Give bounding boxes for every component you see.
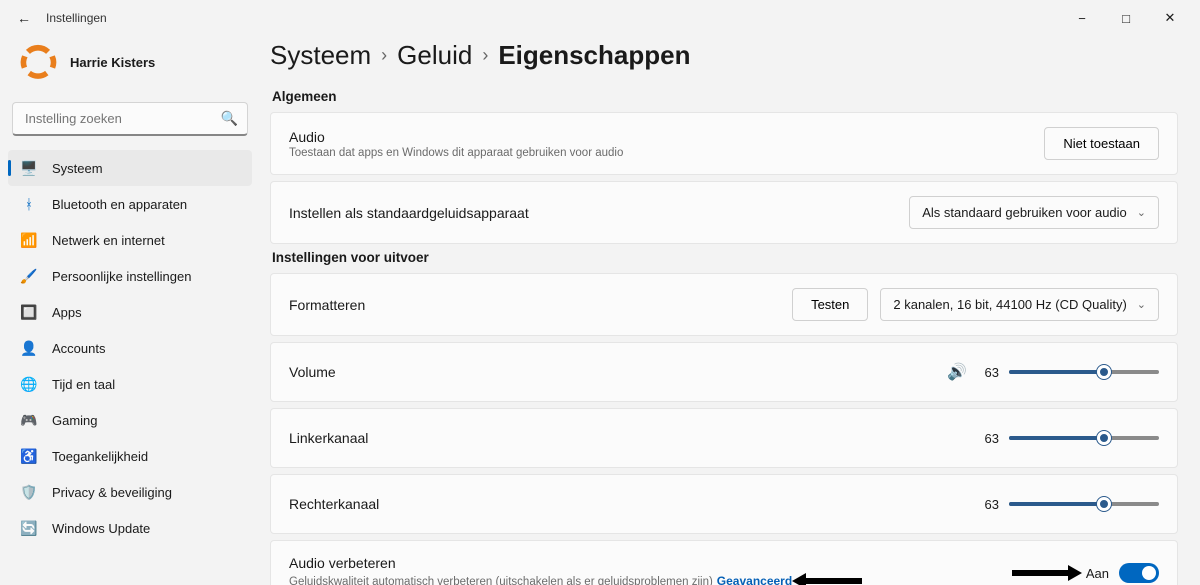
volume-value: 63 <box>979 365 999 380</box>
sidebar-item-apps[interactable]: 🔲 Apps <box>8 294 252 330</box>
nav-list: 🖥️ Systeem ᚼ Bluetooth en apparaten 📶 Netwerk… <box>8 150 252 546</box>
chevron-right-icon: › <box>381 45 387 66</box>
enhance-sub: Geluidskwaliteit automatisch verbeteren … <box>289 576 713 585</box>
breadcrumb-properties: Eigenschappen <box>498 40 690 71</box>
card-audio: Audio Toestaan dat apps en Windows dit a… <box>270 112 1178 175</box>
volume-slider[interactable] <box>1009 362 1159 382</box>
card-format: Formatteren Testen 2 kanalen, 16 bit, 44… <box>270 273 1178 336</box>
sidebar-item-netwerk-en-internet[interactable]: 📶 Netwerk en internet <box>8 222 252 258</box>
nav-icon: 🎮 <box>20 411 38 429</box>
breadcrumb-system[interactable]: Systeem <box>270 40 371 71</box>
sidebar-item-windows-update[interactable]: 🔄 Windows Update <box>8 510 252 546</box>
section-general: Algemeen <box>272 89 1178 104</box>
nav-icon: 🛡️ <box>20 483 38 501</box>
card-enhance-audio: Audio verbeteren Geluidskwaliteit automa… <box>270 540 1178 585</box>
right-label: Rechterkanaal <box>289 496 379 512</box>
chevron-down-icon: ⌄ <box>1137 206 1146 219</box>
sidebar-item-label: Privacy & beveiliging <box>52 485 172 500</box>
back-button[interactable]: ← <box>8 10 40 26</box>
nav-icon: ᚼ <box>20 195 38 213</box>
format-dropdown-value: 2 kanalen, 16 bit, 44100 Hz (CD Quality) <box>893 297 1126 312</box>
card-left-channel: Linkerkanaal 63 <box>270 408 1178 468</box>
default-dropdown-value: Als standaard gebruiken voor audio <box>922 205 1127 220</box>
sidebar-item-label: Tijd en taal <box>52 377 115 392</box>
main-content: Systeem › Geluid › Eigenschappen Algemee… <box>260 36 1200 585</box>
titlebar: ← Instellingen − □ ✕ <box>0 0 1200 36</box>
sidebar-item-toegankelijkheid[interactable]: ♿ Toegankelijkheid <box>8 438 252 474</box>
sidebar-item-privacy-beveiliging[interactable]: 🛡️ Privacy & beveiliging <box>8 474 252 510</box>
enhance-toggle[interactable] <box>1119 563 1159 583</box>
test-button[interactable]: Testen <box>792 288 868 321</box>
search-icon: 🔍 <box>221 110 238 127</box>
sidebar-item-systeem[interactable]: 🖥️ Systeem <box>8 150 252 186</box>
section-output: Instellingen voor uitvoer <box>272 250 1178 265</box>
card-right-channel: Rechterkanaal 63 <box>270 474 1178 534</box>
chevron-right-icon: › <box>482 45 488 66</box>
profile[interactable]: Harrie Kisters <box>8 36 252 98</box>
sidebar-item-persoonlijke-instellingen[interactable]: 🖌️ Persoonlijke instellingen <box>8 258 252 294</box>
window-title: Instellingen <box>46 11 107 25</box>
nav-icon: 🌐 <box>20 375 38 393</box>
search-input[interactable] <box>12 102 248 136</box>
sidebar-item-label: Gaming <box>52 413 98 428</box>
default-dropdown[interactable]: Als standaard gebruiken voor audio ⌄ <box>909 196 1159 229</box>
sidebar-item-tijd-en-taal[interactable]: 🌐 Tijd en taal <box>8 366 252 402</box>
sidebar-item-label: Accounts <box>52 341 105 356</box>
sidebar-item-label: Systeem <box>52 161 103 176</box>
format-label: Formatteren <box>289 297 365 313</box>
breadcrumb: Systeem › Geluid › Eigenschappen <box>270 40 1178 71</box>
nav-icon: 👤 <box>20 339 38 357</box>
audio-sub: Toestaan dat apps en Windows dit apparaa… <box>289 147 623 159</box>
profile-name: Harrie Kisters <box>70 55 155 70</box>
sidebar-item-label: Toegankelijkheid <box>52 449 148 464</box>
minimize-button[interactable]: − <box>1060 2 1104 34</box>
nav-icon: 🖌️ <box>20 267 38 285</box>
nav-icon: 🔲 <box>20 303 38 321</box>
right-slider[interactable] <box>1009 494 1159 514</box>
sidebar-item-label: Apps <box>52 305 82 320</box>
window-controls: − □ ✕ <box>1060 2 1192 34</box>
search-field[interactable]: 🔍 <box>12 102 248 136</box>
nav-icon: 📶 <box>20 231 38 249</box>
avatar <box>18 42 58 82</box>
sidebar-item-gaming[interactable]: 🎮 Gaming <box>8 402 252 438</box>
advanced-link[interactable]: Geavanceerd <box>717 574 792 585</box>
maximize-button[interactable]: □ <box>1104 2 1148 34</box>
close-button[interactable]: ✕ <box>1148 2 1192 34</box>
enhance-state: Aan <box>1086 566 1109 581</box>
sidebar-item-label: Windows Update <box>52 521 150 536</box>
nav-icon: ♿ <box>20 447 38 465</box>
default-label: Instellen als standaardgeluidsapparaat <box>289 205 529 221</box>
sidebar-item-bluetooth-en-apparaten[interactable]: ᚼ Bluetooth en apparaten <box>8 186 252 222</box>
sidebar-item-accounts[interactable]: 👤 Accounts <box>8 330 252 366</box>
disallow-button[interactable]: Niet toestaan <box>1044 127 1159 160</box>
card-default-device: Instellen als standaardgeluidsapparaat A… <box>270 181 1178 244</box>
nav-icon: 🔄 <box>20 519 38 537</box>
audio-label: Audio <box>289 129 623 145</box>
annotation-arrow-icon <box>1012 563 1082 583</box>
annotation-arrow-icon <box>792 571 862 585</box>
breadcrumb-sound[interactable]: Geluid <box>397 40 472 71</box>
chevron-down-icon: ⌄ <box>1137 298 1146 311</box>
speaker-icon[interactable]: 🔊 <box>947 362 967 382</box>
volume-label: Volume <box>289 364 336 380</box>
right-value: 63 <box>979 497 999 512</box>
sidebar-item-label: Netwerk en internet <box>52 233 165 248</box>
left-slider[interactable] <box>1009 428 1159 448</box>
format-dropdown[interactable]: 2 kanalen, 16 bit, 44100 Hz (CD Quality)… <box>880 288 1159 321</box>
enhance-label: Audio verbeteren <box>289 555 862 571</box>
sidebar-item-label: Persoonlijke instellingen <box>52 269 191 284</box>
left-label: Linkerkanaal <box>289 430 368 446</box>
sidebar-item-label: Bluetooth en apparaten <box>52 197 187 212</box>
left-value: 63 <box>979 431 999 446</box>
card-volume: Volume 🔊 63 <box>270 342 1178 402</box>
nav-icon: 🖥️ <box>20 159 38 177</box>
sidebar: Harrie Kisters 🔍 🖥️ Systeem ᚼ Bluetooth en … <box>0 36 260 585</box>
